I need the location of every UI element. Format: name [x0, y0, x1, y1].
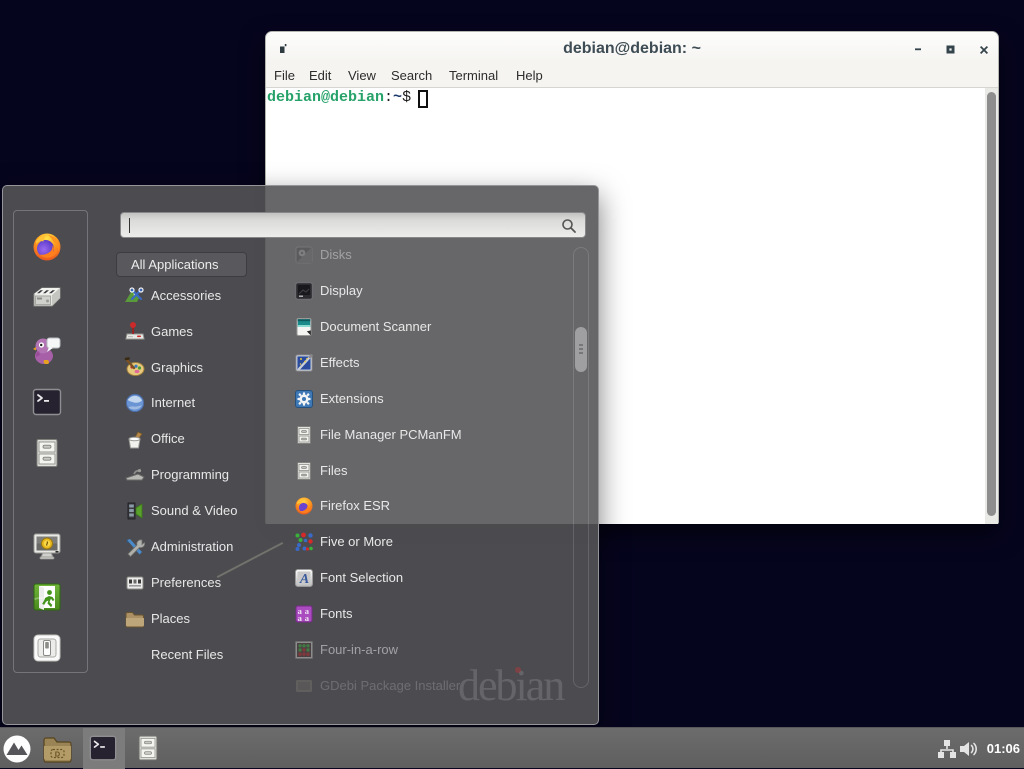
- svg-text:A: A: [299, 572, 309, 587]
- svg-text:a: a: [305, 613, 310, 623]
- svg-text:D: D: [55, 749, 61, 758]
- svg-text:a: a: [298, 613, 303, 623]
